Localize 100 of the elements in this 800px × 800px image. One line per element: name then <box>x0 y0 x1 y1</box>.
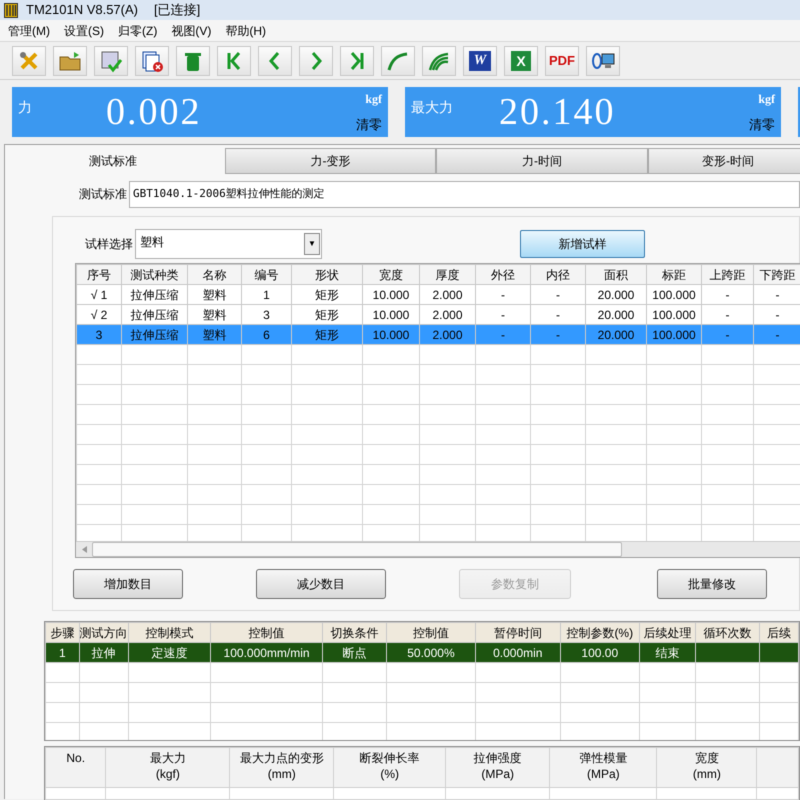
unit-label: (mm) <box>692 766 722 782</box>
table-cell: 拉伸 <box>92 646 116 660</box>
scroll-left-icon[interactable] <box>82 546 86 553</box>
table-cell: - <box>556 328 560 342</box>
column-header: 步骤 <box>46 622 80 642</box>
sample-dropdown[interactable]: 塑料 ▼ <box>135 229 322 259</box>
table-cell: 断点 <box>342 646 367 660</box>
table-cell: 3 <box>96 328 102 342</box>
table-cell: 20.000 <box>598 308 634 322</box>
table-cell: 1 <box>263 288 270 302</box>
column-header: 控制值 <box>386 622 476 642</box>
table-cell: √ 2 <box>90 308 108 322</box>
table-cell: 2.000 <box>432 328 463 342</box>
toolbar-button[interactable]: X <box>504 46 538 76</box>
action-button[interactable]: 批量修改 <box>657 569 767 599</box>
column-header: 宽度 <box>694 750 720 766</box>
table-cell: 20.000 <box>598 328 634 342</box>
menu-item[interactable]: 设置(S) <box>64 22 104 40</box>
toolbar-button[interactable] <box>53 46 87 76</box>
table-row[interactable]: 1 拉伸 定速度 100.000mm/min 断点 50.000% 0.000min 100.00 结束 <box>46 642 798 662</box>
display-value: 20.140 <box>499 90 616 135</box>
table-cell: - <box>726 308 730 322</box>
word-icon: W <box>469 50 491 70</box>
column-header: 最大力 <box>148 750 187 766</box>
table-cell: 塑料 <box>202 308 226 322</box>
table-cell: 塑料 <box>202 328 226 342</box>
table-row[interactable]: √ 1 拉伸压缩 塑料 1 矩形 10.000 2.000 - - 20.000 100.000 - - <box>76 284 800 304</box>
table-cell: 100.000 <box>652 288 696 302</box>
table-cell: 0.000min <box>493 646 542 660</box>
unit-label: kgf <box>758 91 775 108</box>
table-cell: - <box>556 308 560 322</box>
column-header: 控制值 <box>210 622 323 642</box>
table-row[interactable]: √ 2 拉伸压缩 塑料 3 矩形 10.000 2.000 - - 20.000 100.000 - - <box>76 304 800 324</box>
table-cell: 拉伸压缩 <box>130 308 178 322</box>
action-button[interactable]: 增加数目 <box>73 569 183 599</box>
table-cell: 矩形 <box>315 308 339 322</box>
tab[interactable]: 变形-时间 <box>648 148 800 174</box>
unit-label: (MPa) <box>480 766 516 782</box>
horizontal-scrollbar[interactable] <box>76 541 800 557</box>
display-value: 0.002 <box>106 90 202 135</box>
action-button[interactable]: 减少数目 <box>256 569 386 599</box>
unit-label: (MPa) <box>586 766 621 782</box>
table-cell: 3 <box>263 308 270 322</box>
table-cell: 1 <box>58 646 66 660</box>
toolbar-button[interactable]: PDF <box>545 46 579 76</box>
column-header: 弹性模量 <box>578 750 628 766</box>
column-header: 序号 <box>76 264 122 284</box>
table-cell: 2.000 <box>432 308 463 322</box>
window-title: TM2101N V8.57(A) <box>26 1 138 20</box>
table-cell: 100.00 <box>581 646 618 660</box>
column-header: 控制参数(%) <box>560 622 640 642</box>
tab[interactable]: 力-时间 <box>436 148 648 174</box>
table-cell: 100.000mm/min <box>224 646 310 660</box>
field-label: 测试标准 <box>79 186 128 203</box>
toolbar-button[interactable]: W <box>463 46 497 76</box>
new-sample-button[interactable]: 新增试样 <box>520 230 645 258</box>
zero-button[interactable]: 清零 <box>356 114 382 134</box>
disk-check-icon <box>99 48 123 72</box>
menu-item[interactable]: 管理(M) <box>8 22 50 40</box>
table-cell: - <box>776 288 780 302</box>
table-cell: - <box>501 288 505 302</box>
table-cell: 定速度 <box>151 646 188 660</box>
table-cell: - <box>776 328 780 342</box>
tab[interactable]: 力-变形 <box>225 148 436 174</box>
zero-button[interactable]: 清零 <box>749 114 775 134</box>
table-cell: 拉伸压缩 <box>130 328 178 342</box>
table-cell: - <box>501 328 505 342</box>
table-row[interactable]: 3 拉伸压缩 塑料 6 矩形 10.000 2.000 - - 20.000 100.000 - - <box>76 324 800 344</box>
table-cell: 结束 <box>655 646 680 660</box>
pdf-icon: PDF <box>548 54 576 67</box>
table-cell: 50.000% <box>407 646 455 660</box>
unit-label: kgf <box>365 91 382 108</box>
display-label: 力 <box>18 98 33 117</box>
menu-item[interactable]: 帮助(H) <box>225 22 266 40</box>
table-cell: 10.000 <box>372 288 410 302</box>
column-header: 断裂伸长率 <box>358 750 421 766</box>
standard-field[interactable]: GBT1040.1-2006塑料拉伸性能的测定 <box>129 180 800 208</box>
table-cell: 100.000 <box>652 328 696 342</box>
table-cell: 拉伸压缩 <box>130 288 178 302</box>
column-header: 拉伸强度 <box>472 750 523 766</box>
table-cell: 20.000 <box>598 288 634 302</box>
unit-label: (mm) <box>266 766 297 782</box>
table-cell: - <box>776 308 780 322</box>
table-cell: 10.000 <box>372 308 410 322</box>
column-header: 暂停时间 <box>475 622 561 642</box>
connection-status: [已连接] <box>154 1 200 20</box>
table-cell: - <box>556 288 560 302</box>
table-cell: 100.000 <box>652 308 696 322</box>
toolbar-button[interactable] <box>135 46 169 76</box>
table-cell: 矩形 <box>315 328 339 342</box>
column-header: 最大力点的变形 <box>238 750 325 766</box>
display-label: 最大力 <box>411 98 454 117</box>
menu-item[interactable]: 归零(Z) <box>118 22 158 40</box>
table-cell: 塑料 <box>202 288 226 302</box>
table-cell: 2.000 <box>432 288 463 302</box>
field-label: 试样选择 <box>85 236 134 253</box>
scrollbar-thumb[interactable] <box>92 542 622 557</box>
toolbar-button[interactable] <box>94 46 128 76</box>
menu-item[interactable]: 视图(V) <box>171 22 212 40</box>
toolbar-button[interactable] <box>586 46 620 76</box>
